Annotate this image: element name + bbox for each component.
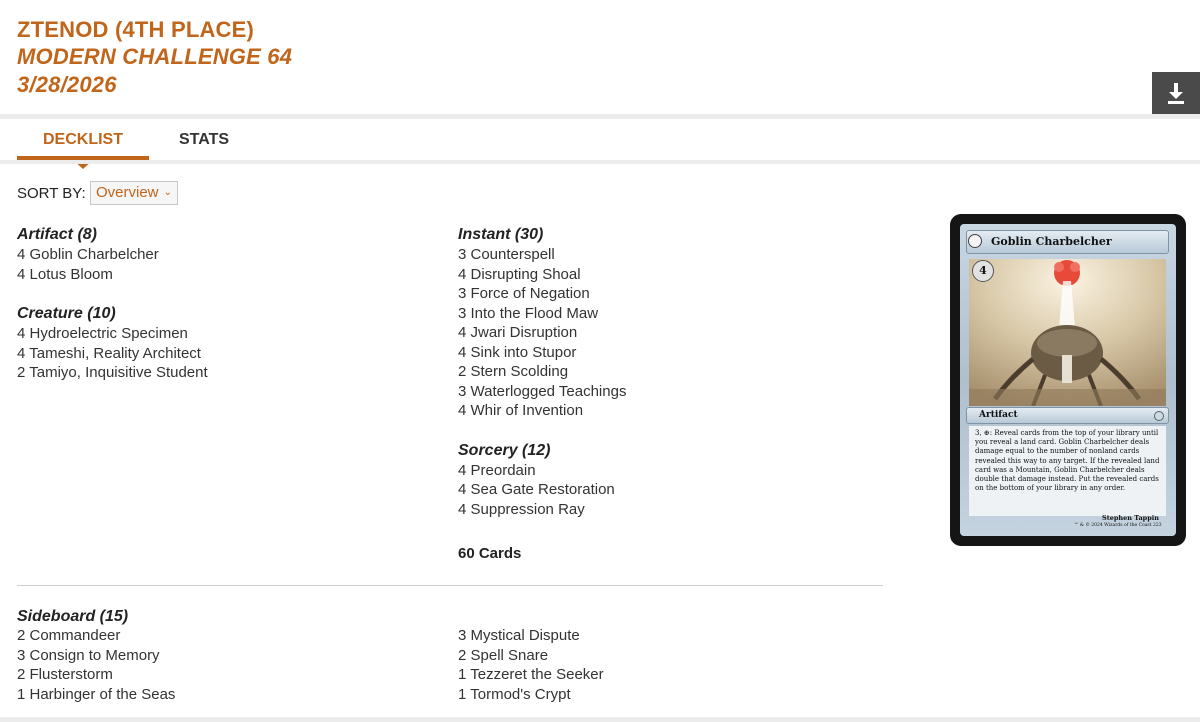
card-entry[interactable]: 3 Counterspell xyxy=(458,245,878,265)
card-total: 60 Cards xyxy=(458,545,522,562)
header-separator xyxy=(0,114,1200,119)
download-icon xyxy=(1168,83,1184,104)
card-entry[interactable]: 3 Waterlogged Teachings xyxy=(458,382,878,402)
card-entry[interactable]: 4 Jwari Disruption xyxy=(458,323,878,343)
group-heading: Creature (10) xyxy=(17,305,116,322)
chevron-down-icon: ⌄ xyxy=(163,187,172,198)
sort-label: SORT BY: xyxy=(17,185,86,202)
card-group-sorcery: Sorcery (12) 4 Preordain 4 Sea Gate Rest… xyxy=(458,440,878,520)
maindeck-right-column: Instant (30) 3 Counterspell 4 Disrupting… xyxy=(458,224,878,538)
card-entry[interactable]: 2 Tamiyo, Inquisitive Student xyxy=(17,363,437,383)
card-entry[interactable]: 3 Mystical Dispute xyxy=(458,626,878,646)
group-heading: Instant (30) xyxy=(458,226,544,243)
card-preview-image: Goblin Charbelcher 4 Artifact 3, ⊕: Reve… xyxy=(950,214,1186,546)
event-date: 3/28/2026 xyxy=(17,72,117,97)
card-entry[interactable]: 4 Sink into Stupor xyxy=(458,343,878,363)
sort-selected-value: Overview xyxy=(96,184,159,201)
card-entry[interactable]: 4 Preordain xyxy=(458,461,878,481)
tab-decklist[interactable]: DECKLIST xyxy=(17,128,149,152)
card-entry[interactable]: 4 Whir of Invention xyxy=(458,401,878,421)
card-type: Artifact xyxy=(979,410,1018,420)
player-title: ZTENOD (4TH PLACE) xyxy=(17,17,255,42)
card-watermark-icon xyxy=(968,234,982,248)
card-entry[interactable]: 4 Disrupting Shoal xyxy=(458,265,878,285)
card-rules-text: 3, ⊕: Reveal cards from the top of your … xyxy=(975,429,1160,493)
card-entry[interactable]: 1 Harbinger of the Seas xyxy=(17,685,437,705)
card-entry[interactable]: 4 Goblin Charbelcher xyxy=(17,245,437,265)
card-artist: Stephen Tappin xyxy=(1102,514,1159,522)
card-entry[interactable]: 4 Sea Gate Restoration xyxy=(458,480,878,500)
sideboard-left-column: 2 Commandeer 3 Consign to Memory 2 Flust… xyxy=(17,626,437,704)
card-group-instant: Instant (30) 3 Counterspell 4 Disrupting… xyxy=(458,224,878,421)
card-entry[interactable]: 4 Hydroelectric Specimen xyxy=(17,324,437,344)
bottom-separator xyxy=(0,717,1200,722)
card-group-creature: Creature (10) 4 Hydroelectric Specimen 4… xyxy=(17,303,437,383)
tabs-separator xyxy=(0,160,1200,164)
download-button[interactable] xyxy=(1152,72,1200,114)
event-title: MODERN CHALLENGE 64 xyxy=(17,44,293,69)
card-entry[interactable]: 3 Into the Flood Maw xyxy=(458,304,878,324)
card-mana-cost: 4 xyxy=(972,260,994,282)
card-entry[interactable]: 4 Lotus Bloom xyxy=(17,265,437,285)
card-entry[interactable]: 4 Tameshi, Reality Architect xyxy=(17,344,437,364)
card-entry[interactable]: 2 Flusterstorm xyxy=(17,665,437,685)
card-entry[interactable]: 3 Force of Negation xyxy=(458,284,878,304)
card-entry[interactable]: 3 Consign to Memory xyxy=(17,646,437,666)
sideboard-heading: Sideboard (15) xyxy=(17,608,129,625)
sideboard-right-column: 3 Mystical Dispute 2 Spell Snare 1 Tezze… xyxy=(458,626,878,704)
card-entry[interactable]: 2 Stern Scolding xyxy=(458,362,878,382)
set-symbol-icon xyxy=(1154,411,1164,421)
card-group-artifact: Artifact (8) 4 Goblin Charbelcher 4 Lotu… xyxy=(17,224,437,284)
group-heading: Sorcery (12) xyxy=(458,441,551,459)
card-copyright: ™ & © 2024 Wizards of the Coast 223 xyxy=(1074,523,1162,528)
card-entry[interactable]: 2 Spell Snare xyxy=(458,646,878,666)
card-artwork xyxy=(969,259,1166,406)
sideboard-divider xyxy=(17,585,883,586)
tab-stats[interactable]: STATS xyxy=(158,128,250,152)
card-entry[interactable]: 1 Tezzeret the Seeker xyxy=(458,665,878,685)
card-entry[interactable]: 2 Commandeer xyxy=(17,626,437,646)
card-name: Goblin Charbelcher xyxy=(991,235,1112,248)
card-entry[interactable]: 4 Suppression Ray xyxy=(458,500,878,520)
card-entry[interactable]: 1 Tormod's Crypt xyxy=(458,685,878,705)
maindeck-left-column: Artifact (8) 4 Goblin Charbelcher 4 Lotu… xyxy=(17,224,437,402)
sort-select[interactable]: Overview ⌄ xyxy=(90,181,178,205)
group-heading: Artifact (8) xyxy=(17,226,98,243)
